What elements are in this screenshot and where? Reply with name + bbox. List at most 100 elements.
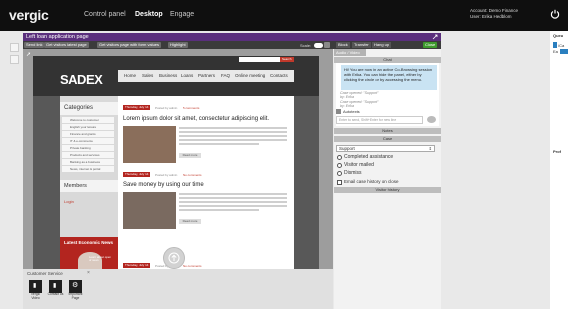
chat-input[interactable]: Enter to send, Shift+Enter for new line [336, 116, 423, 124]
nav-desktop[interactable]: Desktop [135, 11, 163, 18]
article-text-line [179, 135, 287, 137]
website-nav-business[interactable]: Business [159, 73, 177, 78]
article-image [123, 126, 176, 163]
video-icon: ▮ [33, 283, 37, 289]
website-nav-home[interactable]: Home [124, 73, 136, 78]
article-comments-link[interactable]: 5 comments [183, 106, 199, 110]
website-nav-online-meeting[interactable]: Online meeting [235, 73, 265, 78]
case-type-select[interactable]: Support ⇕ [336, 145, 435, 152]
scale-toggle[interactable] [314, 42, 323, 48]
highlight-button[interactable]: Highlight [168, 42, 188, 48]
get-latest-page-button[interactable]: Get visitors latest page [44, 42, 89, 48]
read-more-button[interactable]: Read more [179, 219, 201, 224]
article-author: Posted by admin [155, 106, 178, 110]
article-text-line [179, 201, 287, 203]
block-button[interactable]: Block [336, 42, 350, 48]
article-text-line [179, 193, 287, 195]
website-nav-sales[interactable]: Sales [142, 73, 153, 78]
audio-video-tab[interactable]: Audio / Video [334, 49, 366, 56]
contact-us-label: Contact us [47, 292, 64, 296]
case-option-radio[interactable] [337, 171, 342, 176]
hang-up-button[interactable]: Hang up [372, 42, 392, 48]
website-nav-partners[interactable]: Partners [198, 73, 215, 78]
nav-control-panel[interactable]: Control panel [84, 11, 126, 18]
category-item[interactable]: English your leisure [62, 124, 114, 130]
pointer-icon: ➚ [26, 52, 32, 58]
account-info: Account: Demo Finance User: Erika Hedblo… [470, 8, 518, 19]
arrow-up-icon [168, 252, 180, 264]
news-caption: Learn about open of news [89, 255, 111, 263]
power-icon[interactable] [550, 9, 560, 19]
panel-handle[interactable] [10, 55, 19, 64]
scroll-up-button[interactable] [163, 247, 185, 269]
read-more-button[interactable]: Read more [179, 153, 201, 158]
website-nav-faq[interactable]: FAQ [221, 73, 230, 78]
news-title: Latest Economic News [64, 240, 114, 245]
website-nav-contacts[interactable]: Contacts [270, 73, 288, 78]
queue-badge [560, 49, 568, 54]
expand-icon[interactable] [432, 34, 438, 40]
chat-system-line: by: Erika [340, 95, 354, 99]
close-session-button[interactable]: Close [423, 42, 438, 48]
article-comments-link[interactable]: No comments [183, 173, 202, 177]
queue-panel [550, 31, 568, 309]
chat-system-line: by: Erika [340, 104, 354, 108]
category-item[interactable]: Products and services [62, 152, 114, 158]
send-link-button[interactable]: Send link [24, 42, 45, 48]
visitor-history-header[interactable]: Visitor history [334, 187, 441, 193]
article-text-line [179, 127, 287, 129]
article-text-line [179, 209, 259, 211]
article-title[interactable]: Save money by using our time [123, 182, 204, 188]
article-text-line [179, 197, 287, 199]
collapse-handle[interactable] [10, 43, 19, 52]
category-item[interactable]: Private banking [62, 145, 114, 151]
customer-service-close[interactable]: × [87, 270, 90, 276]
chat-welcome-message: Hi! You are now in an active Co-Browsing… [341, 65, 437, 90]
scale-settings-icon[interactable] [324, 42, 330, 48]
notes-header[interactable]: Notes [334, 128, 441, 134]
session-title: Left loan application page [26, 34, 89, 40]
send-message-button[interactable] [427, 116, 436, 123]
website-search-button[interactable]: Search [280, 57, 294, 62]
autotexts-toggle[interactable]: Autotexts [343, 109, 360, 114]
nav-engage[interactable]: Engage [170, 11, 194, 18]
article-text-line [179, 143, 259, 145]
workspace-background [441, 31, 568, 309]
customer-service-title: Customer Service [27, 271, 63, 276]
queue-item-sub: Ea [553, 49, 558, 54]
website-nav-loans[interactable]: Loans [181, 73, 193, 78]
case-header: Case [334, 136, 441, 142]
vergic-video-label: Vergic Video [30, 292, 41, 300]
category-item[interactable]: Banking as a business [62, 159, 114, 165]
autotexts-icon [336, 109, 341, 114]
website-search-input[interactable] [239, 57, 280, 62]
categories-title: Categories [60, 102, 118, 115]
article-comments-link[interactable]: No comments [183, 264, 202, 268]
category-item[interactable]: IT & e-commerce [62, 138, 114, 144]
queue-title: Queu [553, 33, 564, 38]
important-page-label: Important Page [68, 292, 83, 300]
account-name: Account: Demo Finance [470, 8, 519, 13]
category-item[interactable]: News, internet & portal [62, 166, 114, 172]
article-date: Thursday, July 14 [123, 172, 150, 177]
transfer-button[interactable]: Transfer [352, 42, 371, 48]
case-type-value: Support [339, 146, 355, 151]
user-name: User: Erika Hedblom [470, 13, 512, 19]
category-item[interactable]: Finance and grants [62, 131, 114, 137]
article-title[interactable]: Lorem ipsum dolor sit amet, consectetur … [123, 116, 269, 122]
article-date: Thursday, July 14 [123, 263, 150, 268]
scale-label: Scale: [300, 43, 312, 48]
article-date: Thursday, July 14 [123, 105, 150, 110]
queue-item[interactable]: /Ca [558, 43, 564, 48]
article-text-line [179, 205, 287, 207]
case-option-radio[interactable] [337, 155, 342, 160]
article-image [123, 192, 176, 229]
get-page-form-values-button[interactable]: Get visitors page with form values [97, 42, 162, 48]
vergic-logo: vergic [9, 7, 49, 23]
case-option-radio[interactable] [337, 163, 342, 168]
category-item[interactable]: Welcome to customer [62, 117, 114, 123]
article-text-line [179, 131, 287, 133]
members-login-link[interactable]: Login [64, 199, 74, 204]
email-case-history-checkbox[interactable] [337, 180, 342, 185]
website-logo: SADEX [60, 72, 103, 87]
